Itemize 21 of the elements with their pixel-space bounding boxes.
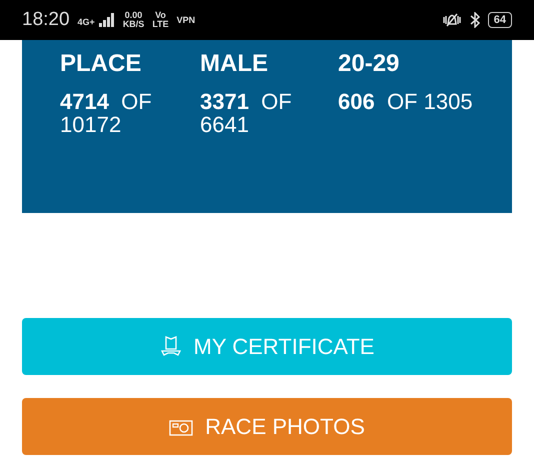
- bluetooth-icon: [470, 12, 480, 28]
- network-type: 4G+: [78, 18, 95, 27]
- data-speed-unit: KB/S: [122, 20, 144, 29]
- signal-icon: [98, 13, 115, 27]
- vibrate-icon: [442, 12, 462, 28]
- ranking-value: 3371 OF 6641: [200, 90, 293, 136]
- data-speed: 0.00: [124, 11, 142, 20]
- ranking-label: 20-29: [338, 50, 400, 78]
- ranking-value: 606 OF 1305: [338, 90, 474, 113]
- ranking-label: MALE: [200, 50, 269, 78]
- lte-label: LTE: [152, 20, 169, 29]
- race-photos-button[interactable]: RACE PHOTOS: [22, 398, 512, 455]
- volte-label: Vo: [155, 11, 166, 20]
- ranking-label: PLACE: [60, 50, 142, 78]
- battery-level: 64: [488, 12, 512, 28]
- clock-time: 18:20: [22, 8, 70, 32]
- certificate-button[interactable]: MY CERTIFICATE: [22, 318, 512, 375]
- ranking-value: 4714 OF 10172: [60, 90, 153, 136]
- camera-icon: [169, 418, 194, 436]
- certificate-icon: [160, 334, 182, 358]
- vpn-label: VPN: [176, 16, 196, 24]
